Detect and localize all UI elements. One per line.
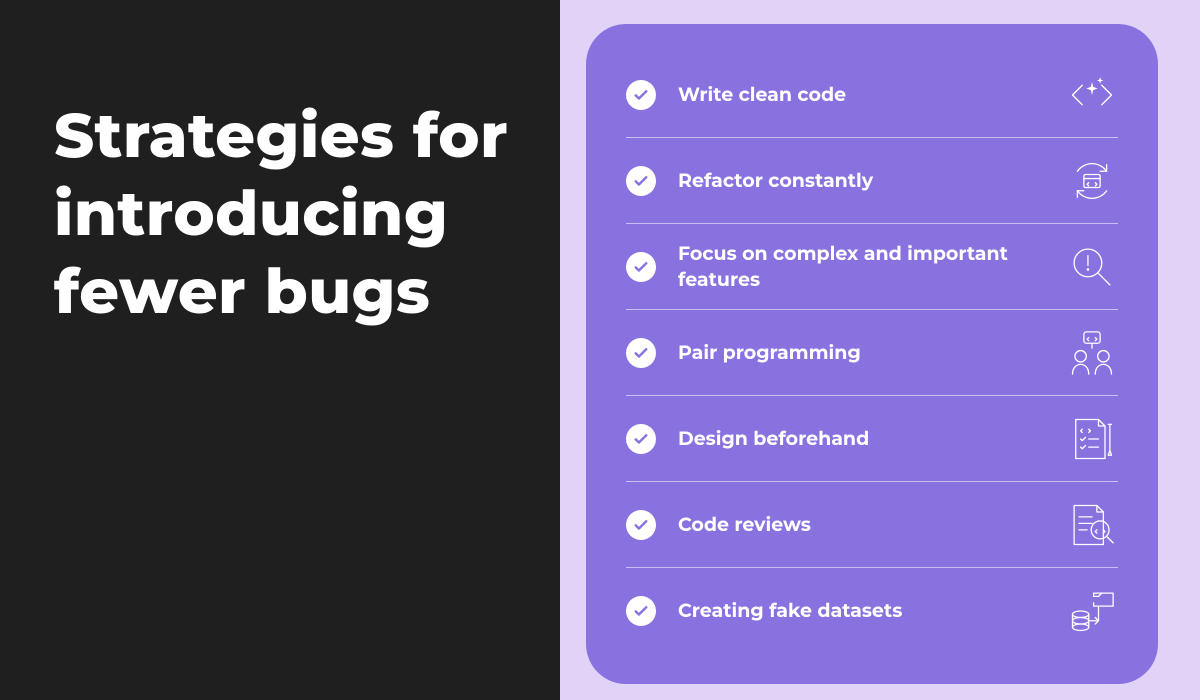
check-icon <box>626 510 656 540</box>
page-title: Strategies for introducing fewer bugs <box>54 96 524 330</box>
check-icon <box>626 80 656 110</box>
list-item-label: Focus on complex and important features <box>678 241 1044 292</box>
list-item-label: Pair programming <box>678 340 1044 366</box>
strategies-card: Write clean code Refactor constantly <box>586 24 1158 684</box>
list-item: Write clean code <box>626 52 1118 138</box>
list-item: Creating fake datasets <box>626 568 1118 654</box>
sparkle-code-icon <box>1066 69 1118 121</box>
list-item: Code reviews <box>626 482 1118 568</box>
design-doc-icon <box>1066 413 1118 465</box>
magnifier-alert-icon <box>1066 241 1118 293</box>
check-icon <box>626 596 656 626</box>
pair-programming-icon <box>1066 327 1118 379</box>
check-icon <box>626 338 656 368</box>
refresh-code-icon <box>1066 155 1118 207</box>
check-icon <box>626 166 656 196</box>
list-item: Focus on complex and important features <box>626 224 1118 310</box>
list-item-label: Write clean code <box>678 82 1044 108</box>
list-item: Refactor constantly <box>626 138 1118 224</box>
check-icon <box>626 424 656 454</box>
list-item-label: Design beforehand <box>678 426 1044 452</box>
list-item: Pair programming <box>626 310 1118 396</box>
code-review-icon <box>1066 499 1118 551</box>
fake-dataset-icon <box>1066 585 1118 637</box>
slide: Strategies for introducing fewer bugs Wr… <box>0 0 1200 700</box>
check-icon <box>626 252 656 282</box>
list-item: Design beforehand <box>626 396 1118 482</box>
list-item-label: Creating fake datasets <box>678 598 1044 624</box>
list-item-label: Refactor constantly <box>678 168 1044 194</box>
list-item-label: Code reviews <box>678 512 1044 538</box>
